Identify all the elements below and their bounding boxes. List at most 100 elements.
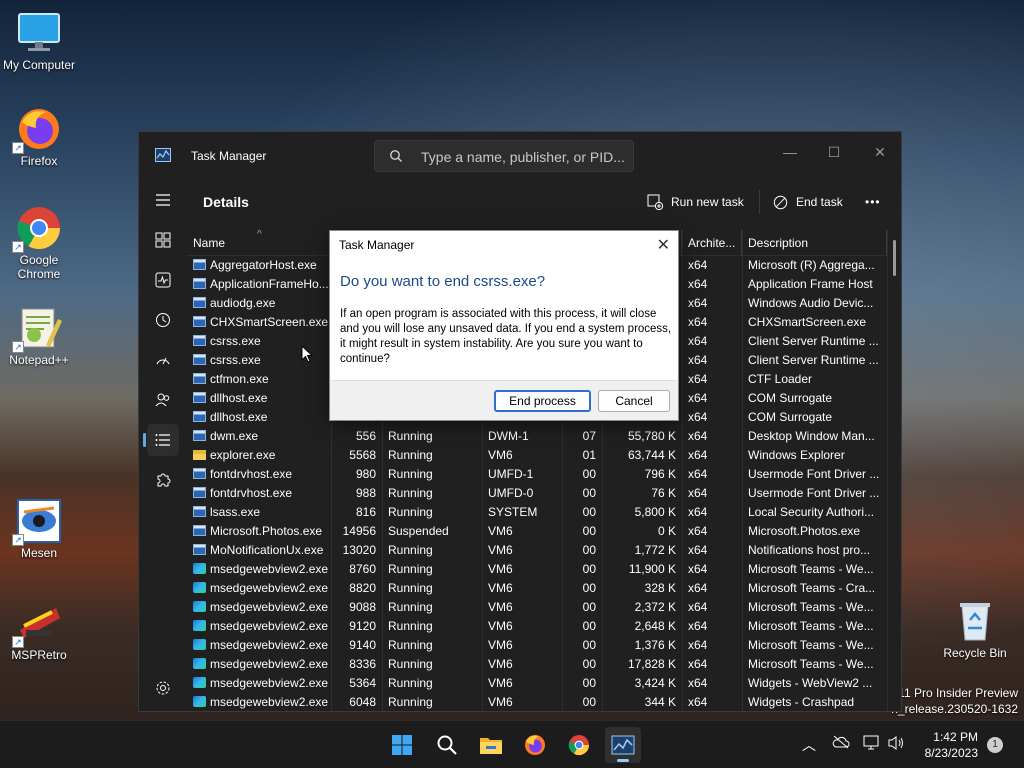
table-row[interactable]: msedgewebview2.exe 9088 Running VM6 00 2,372 … [187, 598, 887, 617]
cell-name: msedgewebview2.exe [187, 674, 331, 693]
taskbar-file-explorer[interactable] [473, 727, 509, 763]
desktop-icon-mesen[interactable]: ↗ Mesen [1, 498, 77, 560]
cell-description: Microsoft Teams - Cra... [748, 581, 876, 595]
cell-status: Running [388, 486, 433, 500]
volume-tray[interactable] [887, 735, 905, 754]
cell-status: Running [388, 657, 433, 671]
cell-name: MoNotificationUx.exe [187, 541, 331, 560]
cell-pid: 8760 [349, 562, 376, 576]
end-process-button[interactable]: End process [494, 390, 591, 412]
close-button[interactable]: ✕ [857, 138, 903, 166]
taskbar-chrome[interactable] [561, 727, 597, 763]
taskbar-search-button[interactable] [429, 727, 465, 763]
sidebar-item-processes[interactable] [147, 224, 179, 256]
table-row[interactable]: msedgewebview2.exe 8760 Running VM6 00 11,900… [187, 560, 887, 579]
column-header-description[interactable]: Description [742, 230, 887, 256]
clock[interactable]: 1:42 PM 8/23/2023 [925, 729, 978, 761]
notification-badge[interactable]: 1 [987, 737, 1003, 753]
sidebar-item-services[interactable] [147, 464, 179, 496]
cell-cpu: 00 [582, 600, 596, 614]
cell-status: Running [388, 638, 433, 652]
desktop-icon-chrome[interactable]: ↗ Google Chrome [1, 205, 77, 281]
table-row[interactable]: MoNotificationUx.exe 13020 Running VM6 00 1,7… [187, 541, 887, 560]
sidebar-item-settings[interactable] [147, 672, 179, 704]
dialog-close-button[interactable]: ✕ [657, 235, 670, 255]
cell-architecture: x64 [688, 486, 708, 500]
network-tray[interactable] [863, 735, 881, 754]
sidebar-item-startup-apps[interactable] [147, 344, 179, 376]
desktop-icon-my-computer[interactable]: My Computer [1, 10, 77, 72]
shortcut-arrow-icon: ↗ [12, 241, 24, 253]
process-name: msedgewebview2.exe [210, 619, 329, 633]
table-row[interactable]: msedgewebview2.exe 8336 Running VM6 00 17,828… [187, 655, 887, 674]
onedrive-tray[interactable] [832, 735, 850, 752]
notepadpp-icon: ↗ [12, 305, 62, 353]
table-row[interactable]: fontdrvhost.exe 988 Running UMFD-0 00 76 K x64… [187, 484, 887, 503]
cell-architecture: x64 [688, 277, 708, 291]
gear-icon [156, 681, 170, 695]
cell-user-name: VM6 [488, 543, 513, 557]
table-row[interactable]: lsass.exe 816 Running SYSTEM 00 5,800 K x64 Loc… [187, 503, 887, 522]
cell-memory: 796 K [644, 467, 676, 481]
cell-description: Microsoft Teams - We... [748, 619, 874, 633]
desktop-icon-firefox[interactable]: ↗ Firefox [1, 106, 77, 168]
table-row[interactable]: msedgewebview2.exe 5364 Running VM6 00 3,424 … [187, 674, 887, 693]
cancel-button[interactable]: Cancel [598, 390, 670, 412]
table-row[interactable]: msedgewebview2.exe 9140 Running VM6 00 1,376 … [187, 636, 887, 655]
search-box[interactable]: Type a name, publisher, or PID... [374, 140, 634, 172]
taskbar-task-manager[interactable] [605, 727, 641, 763]
show-hidden-icons-button[interactable]: ︿ [802, 735, 816, 755]
minimize-button[interactable]: — [767, 138, 813, 166]
performance-icon [155, 272, 171, 288]
app-window-icon [193, 506, 206, 517]
table-row[interactable]: Microsoft.Photos.exe 14956 Suspended VM6 00 0… [187, 522, 887, 541]
cell-pid: 9088 [349, 600, 376, 614]
run-new-task-button[interactable]: Run new task [647, 188, 744, 216]
hamburger-menu-button[interactable] [147, 184, 179, 216]
cell-status: Running [388, 505, 433, 519]
search-placeholder: Type a name, publisher, or PID... [421, 149, 625, 165]
process-name: ApplicationFrameHo... [210, 277, 329, 291]
taskbar: ︿ 1:42 PM 8/23/2023 1 [0, 720, 1024, 768]
cell-memory: 3,424 K [634, 676, 676, 690]
details-list-icon [155, 434, 170, 446]
table-row[interactable]: msedgewebview2.exe 8820 Running VM6 00 328 K x… [187, 579, 887, 598]
cell-user-name: VM6 [488, 581, 513, 595]
desktop-icon-mspretro[interactable]: ↗ MSPRetro [1, 600, 77, 662]
insider-watermark-line2: n_release.230520-1632 [891, 702, 1018, 716]
taskbar-firefox[interactable] [517, 727, 553, 763]
process-name: msedgewebview2.exe [210, 676, 329, 690]
table-row[interactable]: msedgewebview2.exe 6048 Running VM6 00 344 K x… [187, 693, 887, 712]
cell-architecture: x64 [688, 543, 708, 557]
shortcut-arrow-icon: ↗ [12, 636, 24, 648]
chrome-icon: ↗ [12, 205, 62, 253]
close-icon: ✕ [874, 144, 886, 160]
cell-status: Running [388, 581, 433, 595]
maximize-button[interactable]: ☐ [811, 138, 857, 166]
cell-memory: 328 K [644, 581, 676, 595]
more-options-button[interactable]: ••• [865, 188, 881, 216]
title-bar[interactable]: Task Manager Type a name, publisher, or … [139, 132, 901, 178]
table-row[interactable]: dwm.exe 556 Running DWM-1 07 55,780 K x64 Deskt… [187, 427, 887, 446]
desktop-icon-notepadpp[interactable]: ↗ Notepad++ [1, 305, 77, 367]
table-row[interactable]: msedgewebview2.exe 9120 Running VM6 00 2,648 … [187, 617, 887, 636]
table-row[interactable]: explorer.exe 5568 Running VM6 01 63,744 K x64 W… [187, 446, 887, 465]
chrome-icon [568, 735, 590, 756]
cell-description: COM Surrogate [748, 410, 833, 424]
table-row[interactable]: fontdrvhost.exe 980 Running UMFD-1 00 796 K x6… [187, 465, 887, 484]
cell-status: Running [388, 448, 433, 462]
sidebar-item-details[interactable] [143, 424, 179, 456]
sidebar-item-app-history[interactable] [147, 304, 179, 336]
start-button[interactable] [384, 727, 420, 763]
vertical-scrollbar[interactable] [893, 240, 896, 276]
cell-memory: 1,376 K [634, 638, 676, 652]
sidebar-item-users[interactable] [147, 384, 179, 416]
task-manager-logo-icon [155, 148, 171, 162]
sidebar-item-performance[interactable] [147, 264, 179, 296]
cell-cpu: 00 [582, 676, 596, 690]
desktop-icon-recycle-bin[interactable]: Recycle Bin [937, 598, 1013, 660]
end-task-button[interactable]: End task [773, 188, 843, 216]
process-name: dwm.exe [210, 429, 259, 443]
column-header-name[interactable]: Name ^ [187, 230, 331, 256]
column-header-architecture[interactable]: Archite... [682, 230, 742, 256]
